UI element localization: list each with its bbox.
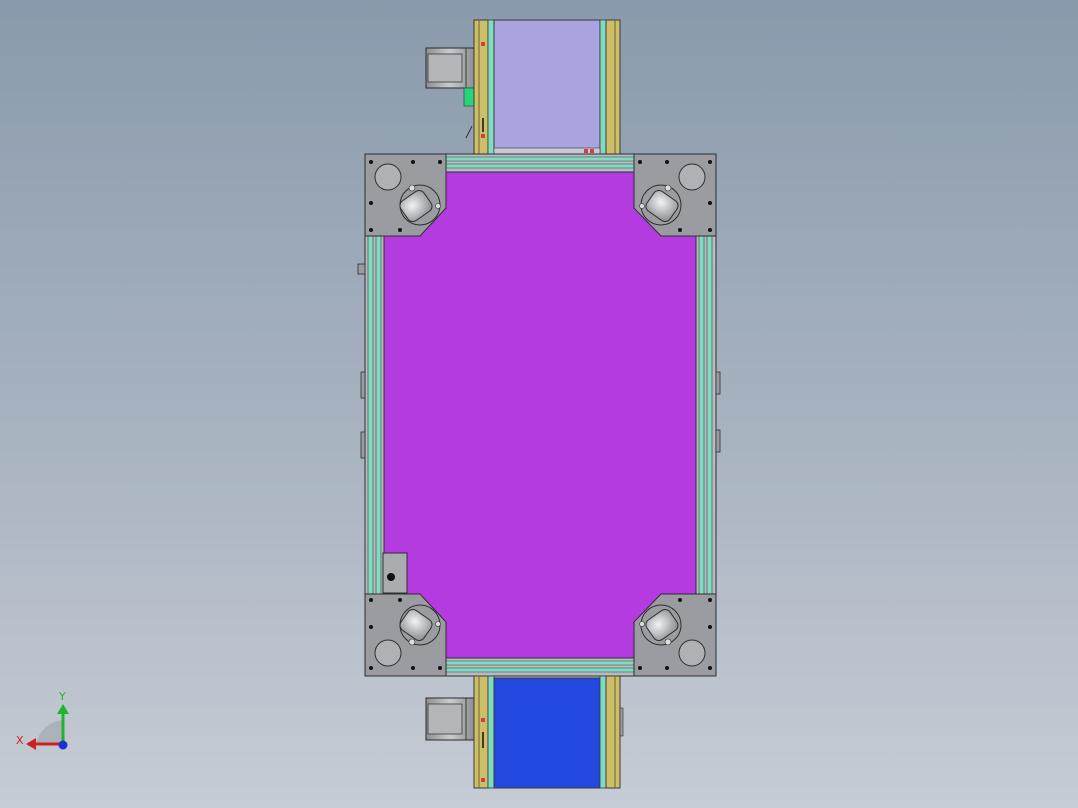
top-side-plate-right [605,19,621,155]
cad-viewport[interactable]: Y X [0,0,1078,808]
triad-y-label: Y [58,690,66,703]
top-frame-rail [445,153,635,173]
sensor-box [382,552,408,594]
bottom-conveyor-belt [493,677,601,789]
top-conveyor-belt [493,19,601,151]
bottom-conveyor-module [425,675,624,789]
top-conveyor-module [425,19,621,155]
bottom-side-plate-right [605,675,621,789]
top-stepper-motor [425,47,475,107]
bottom-side-plate-left [473,675,489,789]
z-axis-icon [58,740,68,750]
triad-x-label: X [16,734,24,747]
main-magenta-panel [383,171,697,659]
top-side-plate-left [473,19,489,155]
bottom-frame-rail [445,657,635,677]
coordinate-triad: Y X [16,690,69,750]
bottom-stepper-motor [425,697,475,741]
